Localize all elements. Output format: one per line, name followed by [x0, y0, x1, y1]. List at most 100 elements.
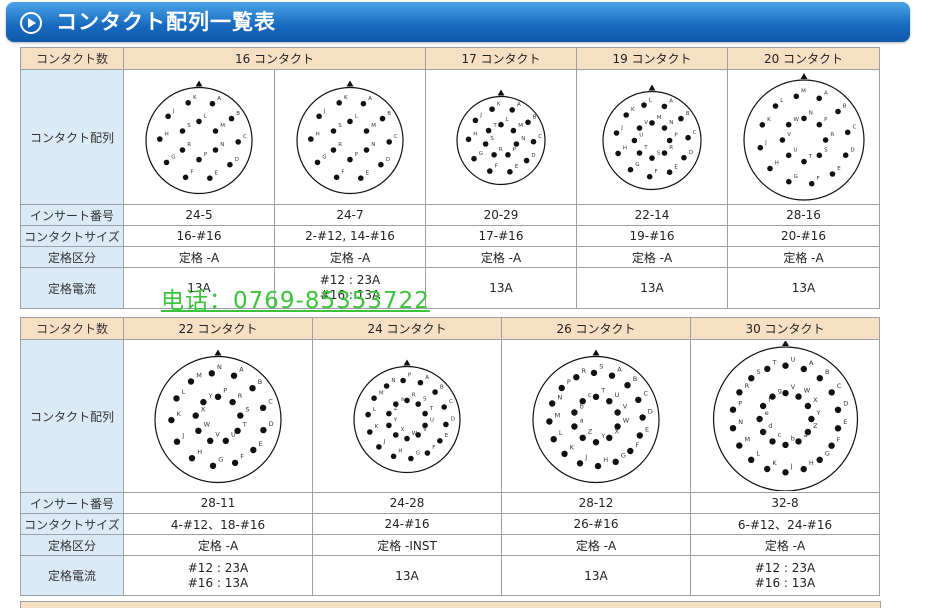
- contact-pin: [358, 174, 364, 181]
- contact-pin: [800, 115, 807, 122]
- contact-pin: [785, 121, 791, 128]
- insert-number: 20-29: [425, 204, 577, 226]
- contact-size: 4-#12、18-#16: [123, 513, 313, 535]
- contact-pin: [627, 447, 634, 454]
- contact-pin-label: F: [190, 169, 193, 175]
- connector-diagram: ABCDEFGHJKLMNPRST: [425, 69, 577, 205]
- contact-pin: [614, 408, 621, 416]
- contact-pin-label: C: [449, 399, 453, 405]
- contact-pin-label: F: [636, 440, 640, 448]
- contact-pin: [772, 103, 778, 109]
- contact-size: 6-#12、24-#16: [690, 513, 880, 535]
- rating-class: 定格 -A: [123, 246, 275, 268]
- rating-class: 定格 -A: [690, 534, 880, 556]
- contact-pin: [179, 127, 186, 134]
- rating-class-label: 定格区分: [20, 534, 124, 556]
- contact-pin: [386, 422, 392, 428]
- contact-pin-label: B: [387, 110, 391, 116]
- contact-pin: [390, 453, 397, 459]
- next-table-edge: [20, 601, 881, 608]
- contact-pin: [685, 134, 691, 140]
- contact-pin-label: S: [599, 362, 603, 370]
- contact-pin: [808, 180, 814, 187]
- connector-diagram: A B C D E F G H J K L M N P RSTU VWXY: [123, 339, 313, 493]
- key-mark: [592, 349, 600, 355]
- contact-pin: [523, 157, 530, 163]
- contact-pin: [641, 101, 647, 108]
- contact-size: 19-#16: [576, 225, 728, 247]
- contact-pin-label: e: [764, 409, 768, 417]
- insert-outline: [532, 355, 660, 483]
- contact-pin-label: U: [430, 417, 434, 423]
- contact-pin-label: W: [204, 420, 211, 428]
- rated-current-line: #12 : 23A: [187, 560, 249, 575]
- contact-pin: [259, 404, 267, 411]
- rated-current: 13A: [425, 267, 577, 309]
- contact-pin: [250, 446, 257, 453]
- contact-layout-label: コンタクト配列: [20, 339, 124, 493]
- contact-pin-label: G: [322, 154, 326, 160]
- contact-pin: [558, 384, 565, 391]
- contact-pin: [822, 137, 828, 143]
- contact-pin: [209, 462, 217, 469]
- contact-pin-label: S: [824, 148, 828, 154]
- group-header: 16 コンタクト: [123, 47, 426, 70]
- contact-pin-label: T: [643, 145, 648, 151]
- contact-pin-label: E: [366, 170, 370, 176]
- connector-diagram: ABCDEFGHJKLMNPRSTUV: [576, 69, 728, 205]
- contact-pin: [222, 437, 229, 444]
- contact-pin-label: F: [495, 163, 498, 169]
- rated-current: #12 : 23A #16 : 13A: [123, 555, 313, 596]
- contact-table-1: コンタクト数 16 コンタクト 17 コンタクト 19 コンタクト 20 コンタ…: [20, 47, 880, 309]
- contact-pin: [179, 146, 186, 153]
- contact-pin-label: c: [777, 431, 781, 439]
- contact-pin: [165, 113, 171, 119]
- contact-pin: [779, 137, 785, 143]
- group-header: 30 コンタクト: [690, 317, 880, 340]
- rated-current: 13A: [501, 555, 691, 596]
- contact-pin: [624, 381, 631, 388]
- contact-pin-label: K: [375, 424, 379, 430]
- connector-diagram: ABCDEFGHJKLMNPRSTUVWXYZabc: [501, 339, 691, 493]
- contact-pin-label: G: [171, 154, 175, 160]
- contact-pin: [636, 431, 643, 439]
- insert-number: 32-8: [690, 492, 880, 514]
- contact-pin: [827, 442, 835, 449]
- contact-pin: [404, 435, 410, 441]
- contact-pin: [415, 400, 421, 407]
- contact-pin: [793, 93, 799, 100]
- contact-pin: [781, 441, 789, 449]
- contact-pin-label: R: [499, 147, 503, 153]
- contact-pin: [766, 165, 773, 172]
- contact-pin-label: D: [451, 416, 455, 422]
- contact-pin-label: F: [240, 452, 244, 460]
- contact-pin-label: T: [600, 386, 605, 394]
- contact-pin-label: P: [567, 377, 571, 385]
- contact-pin-label: H: [808, 459, 813, 467]
- contact-pin: [592, 438, 600, 445]
- contact-pin: [525, 119, 531, 125]
- contact-pin-label: K: [177, 409, 182, 417]
- contact-pin: [471, 155, 477, 161]
- contact-pin-label: M: [379, 390, 384, 396]
- contact-pin-label: W: [412, 430, 418, 436]
- contact-pin-label: B: [825, 368, 829, 376]
- contact-pin: [330, 127, 337, 134]
- rated-current-line: #16 : 13A: [754, 575, 816, 590]
- contact-pin: [550, 435, 557, 442]
- contact-pin-label: A: [669, 98, 673, 104]
- contact-pin: [571, 408, 578, 416]
- rating-class: 定格 -A: [425, 246, 577, 268]
- contact-pin-label: Y: [600, 432, 605, 440]
- contact-pin: [393, 400, 399, 407]
- contact-pin: [666, 137, 673, 143]
- contact-pin-label: E: [674, 164, 678, 170]
- contact-pin-label: G: [793, 174, 797, 180]
- contact-pin-label: F: [341, 169, 344, 175]
- contact-pin-label: F: [816, 176, 819, 182]
- contact-pin: [681, 154, 687, 160]
- contact-pin: [347, 118, 353, 124]
- contact-pin: [214, 393, 222, 400]
- contact-pin: [347, 156, 353, 162]
- contact-pin-label: G: [621, 451, 626, 459]
